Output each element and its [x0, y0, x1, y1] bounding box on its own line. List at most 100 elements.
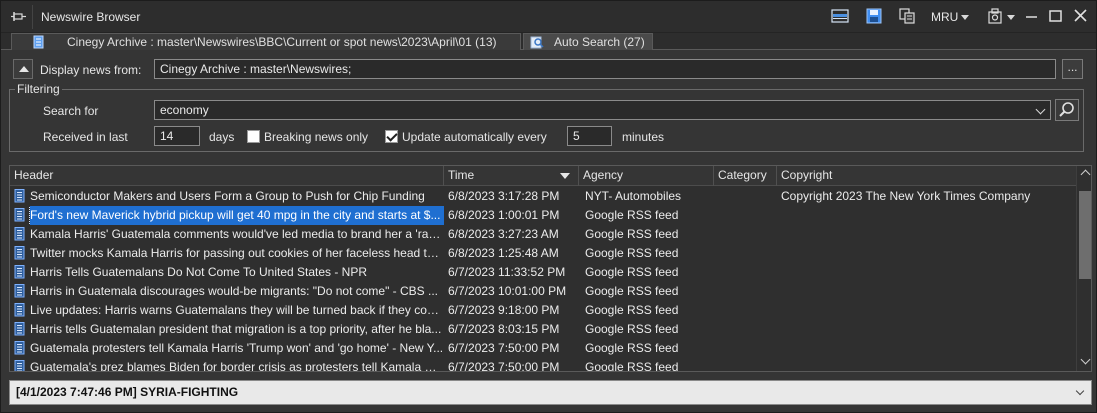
mru-menu[interactable]: MRU	[931, 10, 958, 24]
table-row[interactable]: Ford's new Maverick hybrid pickup will g…	[10, 206, 1076, 225]
row-copyright-cell	[781, 206, 1071, 225]
scroll-thumb[interactable]	[1079, 191, 1091, 279]
table-row[interactable]: Harris Tells Guatemalans Do Not Come To …	[10, 263, 1076, 282]
row-category-cell	[718, 301, 776, 320]
row-time-cell: 6/7/2023 8:03:15 PM	[448, 322, 560, 336]
document-icon	[14, 322, 25, 336]
row-agency-cell: Google RSS feed	[585, 322, 679, 336]
newswire-browser-window: Newswire Browser MRU Cinegy Archive: ma…	[0, 0, 1097, 413]
row-category-cell	[718, 282, 776, 301]
settings-dropdown-icon[interactable]	[1007, 15, 1015, 20]
mru-dropdown-icon[interactable]	[961, 15, 969, 20]
minimize-icon	[1026, 16, 1037, 18]
archive-icon	[33, 35, 44, 49]
copy-button[interactable]	[898, 7, 916, 27]
row-agency-cell: Google RSS feed	[585, 341, 679, 355]
browse-source-button[interactable]: ...	[1062, 59, 1083, 79]
row-time-cell: 6/8/2023 1:00:01 PM	[448, 208, 560, 222]
column-time-label: Time	[448, 168, 475, 182]
current-story-dropdown-icon[interactable]	[1075, 386, 1085, 396]
title-bar: Newswire Browser MRU	[1, 1, 1096, 33]
header-cell: Harris Tells Guatemalans Do Not Come To …	[14, 263, 444, 282]
table-row[interactable]: Harris tells Guatemalan president that m…	[10, 320, 1076, 339]
row-header-text: Live updates: Harris warns Guatemalans t…	[30, 303, 444, 317]
table-row[interactable]: Guatemala's prez blames Biden for border…	[10, 358, 1076, 372]
minutes-label: minutes	[622, 130, 665, 144]
pin-button[interactable]	[5, 5, 33, 29]
copy-icon	[899, 8, 915, 24]
tab-auto-search[interactable]: Auto Search (27)	[523, 33, 653, 50]
scroll-up-icon[interactable]	[1080, 169, 1091, 180]
row-category-cell	[718, 339, 776, 358]
header-cell: Kamala Harris' Guatemala comments would'…	[14, 225, 444, 244]
tab-archive[interactable]: Cinegy Archive : master\Newswires\BBC\Cu…	[11, 33, 521, 50]
row-category-cell	[718, 244, 776, 263]
row-copyright-cell	[781, 358, 1071, 371]
close-button[interactable]	[1073, 7, 1089, 27]
row-copyright-cell	[781, 244, 1071, 263]
sort-descending-icon	[560, 173, 570, 179]
grid-scrollbar[interactable]	[1076, 166, 1091, 371]
search-input[interactable]: economy	[154, 100, 1051, 120]
row-copyright-cell	[781, 320, 1071, 339]
row-header-text: Harris in Guatemala discourages would-be…	[30, 284, 439, 298]
breaking-news-checkbox[interactable]	[247, 130, 260, 143]
pin-icon	[11, 12, 26, 21]
row-category-cell	[718, 206, 776, 225]
display-news-from-field[interactable]: Cinegy Archive : master\Newswires;	[154, 59, 1056, 79]
column-header[interactable]: Header	[10, 166, 444, 186]
display-news-from-label: Display news from:	[40, 63, 142, 77]
table-row[interactable]: Kamala Harris' Guatemala comments would'…	[10, 225, 1076, 244]
row-time-cell: 6/7/2023 9:18:00 PM	[448, 303, 560, 317]
auto-update-checkbox[interactable]	[385, 130, 398, 143]
received-days-input[interactable]: 14	[154, 126, 200, 146]
save-button[interactable]	[865, 7, 883, 27]
tab-archive-label: Cinegy Archive : master\Newswires\BBC\Cu…	[67, 35, 497, 49]
row-time-cell: 6/7/2023 7:50:00 PM	[448, 360, 560, 372]
row-header-text: Ford's new Maverick hybrid pickup will g…	[29, 206, 444, 225]
row-agency-cell: Google RSS feed	[585, 284, 679, 298]
days-label: days	[209, 130, 235, 144]
search-folder-icon	[530, 36, 544, 49]
table-row[interactable]: Live updates: Harris warns Guatemalans t…	[10, 301, 1076, 320]
row-header-text: Harris tells Guatemalan president that m…	[30, 322, 442, 336]
settings-icon	[988, 8, 1002, 24]
document-icon	[14, 208, 25, 222]
table-row[interactable]: Guatemala protesters tell Kamala Harris …	[10, 339, 1076, 358]
table-row[interactable]: Harris in Guatemala discourages would-be…	[10, 282, 1076, 301]
window-title: Newswire Browser	[41, 10, 141, 24]
row-header-text: Kamala Harris' Guatemala comments would'…	[30, 227, 444, 241]
column-category[interactable]: Category	[714, 166, 777, 186]
settings-button[interactable]	[986, 7, 1004, 27]
breaking-news-label: Breaking news only	[264, 130, 369, 144]
current-story-combobox[interactable]: [4/1/2023 7:47:46 PM] SYRIA-FIGHTING	[9, 380, 1092, 405]
row-time-cell: 6/8/2023 1:25:48 AM	[448, 246, 559, 260]
tab-strip: Cinegy Archive : master\Newswires\BBC\Cu…	[1, 33, 1096, 50]
row-copyright-cell	[781, 282, 1071, 301]
search-button[interactable]	[1055, 99, 1079, 121]
table-row[interactable]: Semiconductor Makers and Users Form a Gr…	[10, 187, 1076, 206]
document-icon	[14, 360, 25, 371]
document-icon	[14, 246, 25, 260]
row-time-cell: 6/7/2023 10:01:00 PM	[448, 284, 567, 298]
search-dropdown-icon[interactable]	[1032, 100, 1051, 120]
maximize-button[interactable]	[1048, 7, 1064, 27]
header-cell: Live updates: Harris warns Guatemalans t…	[14, 301, 444, 320]
row-agency-cell: Google RSS feed	[585, 360, 679, 372]
update-interval-input[interactable]: 5	[567, 126, 612, 146]
header-cell: Twitter mocks Kamala Harris for passing …	[14, 244, 444, 263]
column-copyright[interactable]: Copyright	[777, 166, 1076, 186]
grid-header: Header Time Agency Category Copyright	[10, 166, 1076, 186]
collapse-filter-button[interactable]	[13, 59, 33, 79]
table-row[interactable]: Twitter mocks Kamala Harris for passing …	[10, 244, 1076, 263]
layout-button[interactable]	[831, 7, 849, 27]
column-time[interactable]: Time	[444, 166, 579, 186]
received-in-last-label: Received in last	[43, 130, 128, 144]
minimize-button[interactable]	[1024, 7, 1040, 27]
scroll-down-icon[interactable]	[1080, 354, 1091, 365]
column-agency[interactable]: Agency	[579, 166, 714, 186]
row-copyright-cell	[781, 301, 1071, 320]
row-agency-cell: Google RSS feed	[585, 227, 679, 241]
row-category-cell	[718, 263, 776, 282]
header-cell: Ford's new Maverick hybrid pickup will g…	[14, 206, 444, 225]
